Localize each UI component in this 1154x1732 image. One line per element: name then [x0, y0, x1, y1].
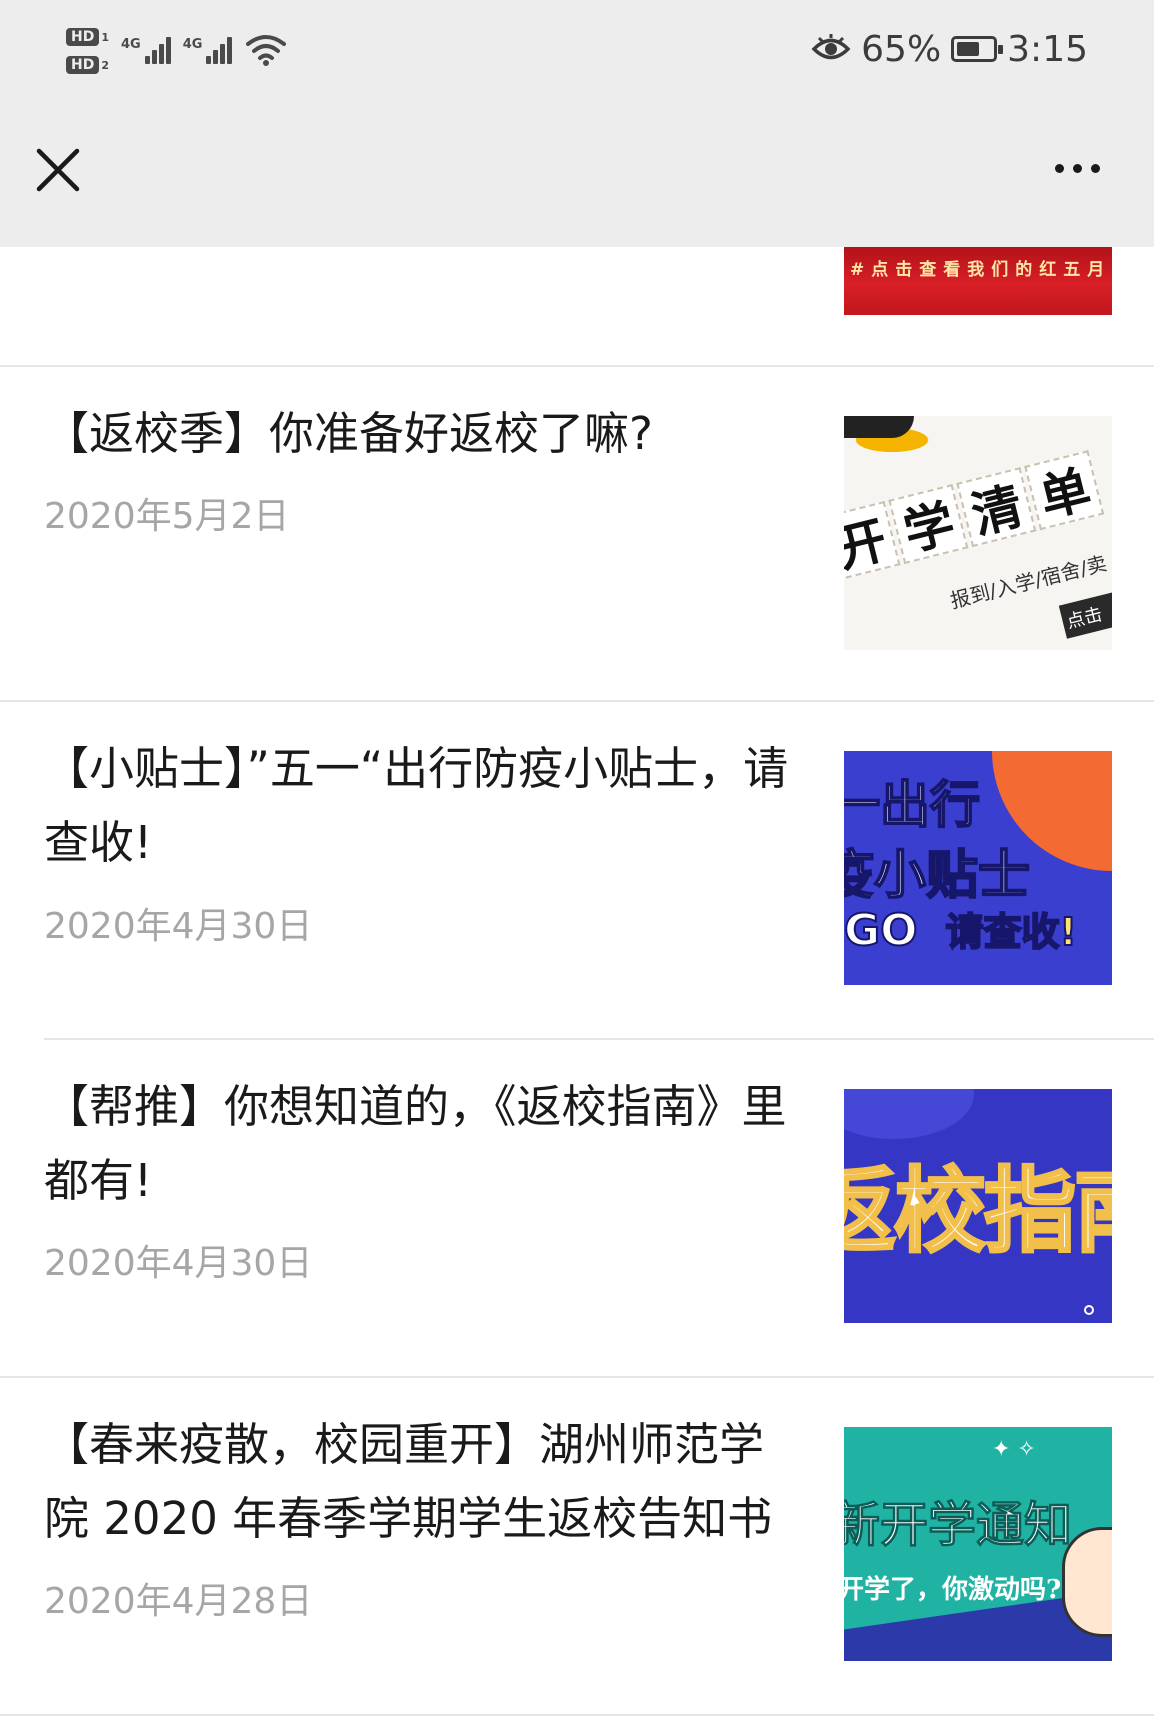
partial-thumb-text: #点击查看我们的红五月	[850, 260, 1112, 280]
sim-1-label: 1	[101, 31, 109, 44]
article-list: #点击查看我们的红五月 【返校季】你准备好返校了嘛? 2020年5月2日 开 学…	[0, 247, 1154, 1732]
close-button[interactable]	[28, 140, 88, 200]
article-item[interactable]: 【小贴士】”五一“出行防疫小贴士，请查收! 2020年4月30日 一出行 疫小贴…	[0, 702, 1154, 1038]
article-thumbnail: 返校指南	[844, 1089, 1112, 1323]
signal-icon-1: 4G	[121, 36, 171, 64]
status-right: 65% 3:15	[811, 26, 1088, 72]
article-title: 【返校季】你准备好返校了嘛?	[44, 407, 653, 460]
network-type-2: 4G	[182, 36, 203, 52]
article-item[interactable]: 【返校季】你准备好返校了嘛? 2020年5月2日 开 学 清 单 报到/入学/宿…	[0, 367, 1154, 700]
network-type-1: 4G	[121, 36, 141, 52]
signal-icon-2: 4G	[182, 36, 233, 64]
sparkle-icon: ✦ ✧	[992, 1437, 1036, 1462]
hd-badge-1: HD	[66, 28, 100, 46]
close-icon	[36, 148, 80, 192]
eye-comfort-icon	[811, 34, 851, 60]
article-date: 2020年4月30日	[44, 906, 313, 947]
article-title: 【小贴士】”五一“出行防疫小贴士，请查收!	[44, 742, 789, 869]
clock: 3:15	[1007, 28, 1088, 70]
divider	[0, 1714, 1154, 1716]
article-title: 【帮推】你想知道的，《返校指南》里都有!	[44, 1080, 787, 1207]
battery-icon	[951, 36, 1004, 62]
cartoon-face	[1062, 1527, 1112, 1637]
hd-badge-2: HD	[66, 56, 100, 74]
article-thumbnail: ✦ ✧ 新开学通知 开学了，你激动吗?	[844, 1427, 1112, 1661]
hd-indicators: HD 1 HD 2	[66, 26, 109, 74]
header: HD 1 HD 2 4G 4G 65% 3:15	[0, 0, 1154, 247]
article-date: 2020年5月2日	[44, 496, 290, 537]
wifi-icon	[246, 35, 287, 66]
article-date: 2020年4月28日	[44, 1581, 313, 1622]
article-item[interactable]: 【春来疫散，校园重开】湖州师范学院 2020 年春季学期学生返校告知书 2020…	[0, 1378, 1154, 1714]
more-icon	[1054, 163, 1064, 173]
article-item[interactable]: 【帮推】你想知道的，《返校指南》里都有! 2020年4月30日 返校指南	[0, 1040, 1154, 1376]
article-title: 【春来疫散，校园重开】湖州师范学院 2020 年春季学期学生返校告知书	[44, 1418, 773, 1545]
article-date: 2020年4月30日	[44, 1243, 313, 1284]
status-bar: HD 1 HD 2 4G 4G 65% 3:15	[0, 0, 1154, 100]
battery-percent: 65%	[861, 28, 942, 70]
article-thumbnail: 开 学 清 单 报到/入学/宿舍/卖 点击	[844, 416, 1112, 650]
partial-article-thumbnail[interactable]: #点击查看我们的红五月	[844, 247, 1112, 315]
more-button[interactable]	[1042, 148, 1112, 188]
article-thumbnail: 一出行 疫小贴士 GO 请查收!	[844, 751, 1112, 985]
sim-2-label: 2	[101, 59, 109, 72]
nav-bar	[0, 120, 1154, 220]
status-left: HD 1 HD 2 4G 4G	[66, 18, 288, 82]
thumb-tag: 点击	[1058, 591, 1112, 639]
